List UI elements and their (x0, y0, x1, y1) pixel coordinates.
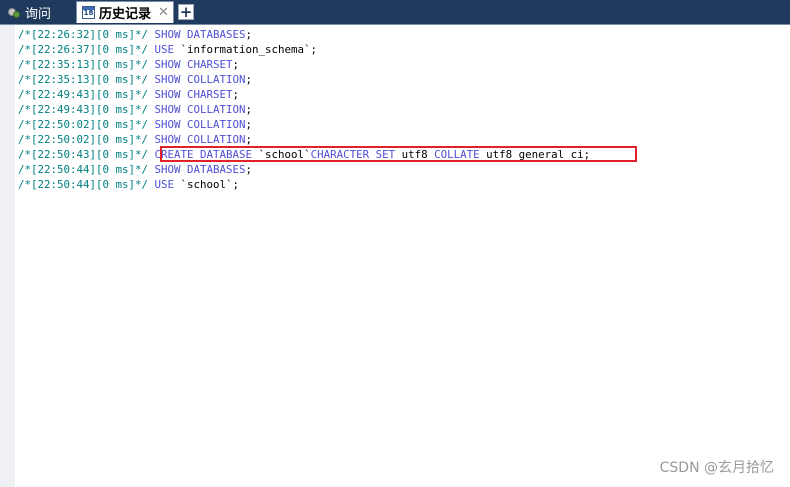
sql-keyword: SHOW COLLATION (154, 103, 246, 116)
history-line: /*[22:50:02][0 ms]*/ SHOW COLLATION; (18, 117, 252, 132)
tab-query-label: 询问 (25, 6, 52, 22)
timestamp-comment: /*[22:50:02][0 ms]*/ (18, 118, 149, 131)
sql-text: ; (245, 103, 253, 116)
sql-keyword: SHOW COLLATION (154, 118, 246, 131)
sql-text: `school` (252, 148, 311, 161)
timestamp-comment: /*[22:50:44][0 ms]*/ (18, 163, 149, 176)
timestamp-comment: /*[22:35:13][0 ms]*/ (18, 73, 149, 86)
history-line-create-database: /*[22:50:43][0 ms]*/ CREATE DATABASE `sc… (18, 147, 590, 162)
sql-keyword: SHOW COLLATION (154, 73, 246, 86)
sql-keyword: CREATE DATABASE (154, 148, 253, 161)
history-line: /*[22:49:43][0 ms]*/ SHOW COLLATION; (18, 102, 252, 117)
tab-bar: 询问 18 历史记录 ✕ + (0, 0, 790, 25)
timestamp-comment: /*[22:50:43][0 ms]*/ (18, 148, 149, 161)
sql-text: ; (245, 118, 253, 131)
sql-keyword: COLLATE (434, 148, 480, 161)
query-icon (7, 5, 21, 19)
sql-text: ; (245, 133, 253, 146)
history-line: /*[22:50:44][0 ms]*/ SHOW DATABASES; (18, 162, 252, 177)
editor-gutter (0, 25, 15, 487)
sql-keyword: SHOW DATABASES (154, 28, 246, 41)
calendar-icon: 18 (82, 6, 95, 19)
history-line: /*[22:35:13][0 ms]*/ SHOW COLLATION; (18, 72, 252, 87)
timestamp-comment: /*[22:49:43][0 ms]*/ (18, 88, 149, 101)
timestamp-comment: /*[22:35:13][0 ms]*/ (18, 58, 149, 71)
sql-keyword: USE (154, 178, 175, 191)
sql-text: ; (245, 73, 253, 86)
sql-keyword: USE (154, 43, 175, 56)
sql-keyword: SHOW CHARSET (154, 58, 233, 71)
history-line: /*[22:49:43][0 ms]*/ SHOW CHARSET; (18, 87, 239, 102)
tab-query[interactable]: 询问 (1, 1, 73, 23)
watermark: CSDN @玄月拾忆 (659, 460, 774, 476)
timestamp-comment: /*[22:50:44][0 ms]*/ (18, 178, 149, 191)
timestamp-comment: /*[22:50:02][0 ms]*/ (18, 133, 149, 146)
timestamp-comment: /*[22:26:37][0 ms]*/ (18, 43, 149, 56)
sql-text: `school`; (174, 178, 240, 191)
sql-text: utf8 (395, 148, 435, 161)
sql-keyword: CHARACTER SET (310, 148, 396, 161)
history-editor[interactable]: /*[22:26:32][0 ms]*/ SHOW DATABASES; /*[… (16, 25, 790, 487)
history-line: /*[22:50:02][0 ms]*/ SHOW COLLATION; (18, 132, 252, 147)
tab-history[interactable]: 18 历史记录 ✕ (76, 1, 174, 23)
sql-text: utf8_general_ci; (479, 148, 591, 161)
timestamp-comment: /*[22:49:43][0 ms]*/ (18, 103, 149, 116)
history-line: /*[22:35:13][0 ms]*/ SHOW CHARSET; (18, 57, 239, 72)
close-icon[interactable]: ✕ (158, 5, 169, 20)
add-tab-button[interactable]: + (178, 4, 194, 20)
history-line: /*[22:26:32][0 ms]*/ SHOW DATABASES; (18, 27, 252, 42)
sql-text: ; (245, 28, 253, 41)
timestamp-comment: /*[22:26:32][0 ms]*/ (18, 28, 149, 41)
sql-keyword: SHOW CHARSET (154, 88, 233, 101)
history-line: /*[22:26:37][0 ms]*/ USE `information_sc… (18, 42, 317, 57)
sql-keyword: SHOW DATABASES (154, 163, 246, 176)
sql-text: ; (232, 88, 240, 101)
history-line: /*[22:50:44][0 ms]*/ USE `school`; (18, 177, 239, 192)
sql-keyword: SHOW COLLATION (154, 133, 246, 146)
tab-history-label: 历史记录 (99, 7, 152, 22)
sql-text: ; (232, 58, 240, 71)
sql-text: ; (245, 163, 253, 176)
sql-text: `information_schema`; (174, 43, 318, 56)
